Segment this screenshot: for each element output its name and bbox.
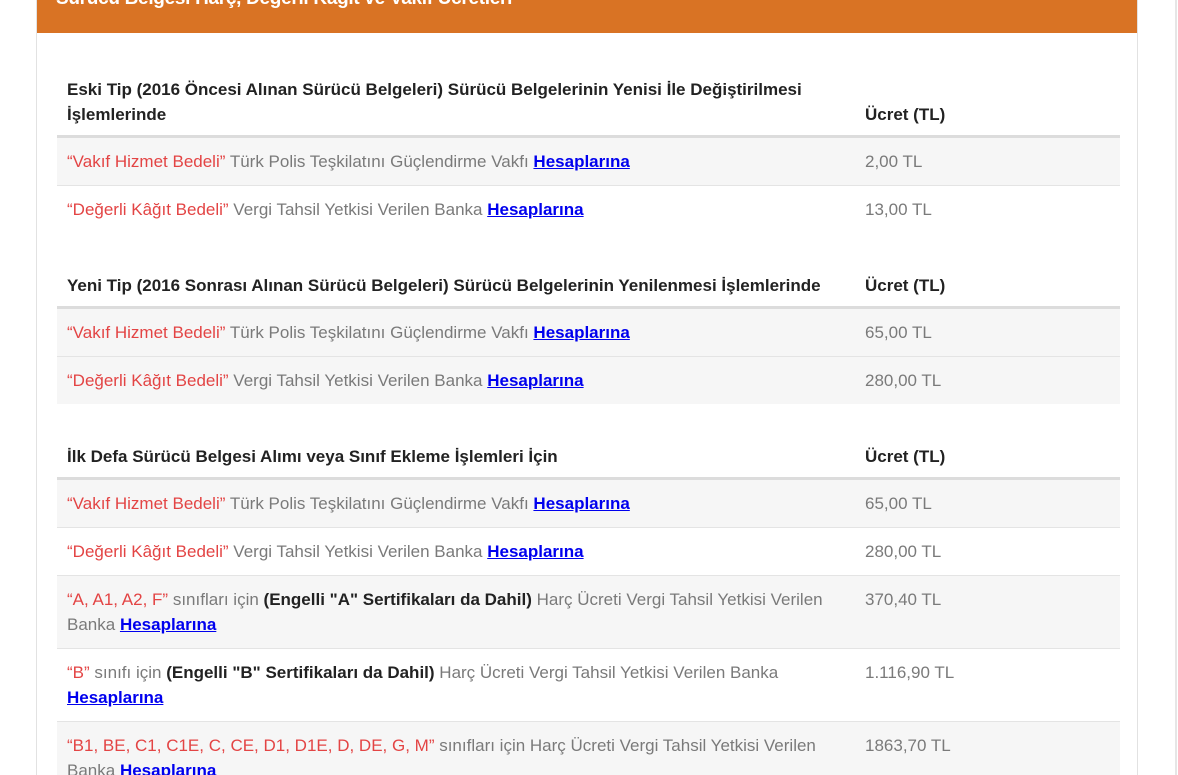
fee-text: Vergi Tahsil Yetkisi Verilen Banka xyxy=(228,200,488,219)
fee-table-new-type: Yeni Tip (2016 Sonrası Alınan Sürücü Bel… xyxy=(57,269,1120,404)
section-heading: İlk Defa Sürücü Belgesi Alımı veya Sınıf… xyxy=(57,440,855,480)
fee-description: “Vakıf Hizmet Bedeli” Türk Polis Teşkila… xyxy=(57,307,855,357)
fee-price: 280,00 TL xyxy=(855,356,1120,404)
table-row: “Vakıf Hizmet Bedeli” Türk Polis Teşkila… xyxy=(57,136,1120,186)
fee-description: “Değerli Kâğıt Bedeli” Vergi Tahsil Yetk… xyxy=(57,527,855,576)
fee-text: sınıfı için xyxy=(89,663,167,682)
fees-content: Eski Tip (2016 Öncesi Alınan Sürücü Belg… xyxy=(57,73,1120,775)
accounts-link[interactable]: Hesaplarına xyxy=(120,761,216,775)
card-header: Sürücü Belgesi Harç, Değerli Kağıt ve Va… xyxy=(37,0,1137,33)
fee-quoted: “Değerli Kâğıt Bedeli” xyxy=(67,371,229,390)
window-edge xyxy=(1175,0,1177,775)
accounts-link[interactable]: Hesaplarına xyxy=(487,200,583,219)
accounts-link[interactable]: Hesaplarına xyxy=(533,152,629,171)
fee-text: sınıfları için xyxy=(168,590,264,609)
price-header: Ücret (TL) xyxy=(855,73,1120,138)
fee-description: “Değerli Kâğıt Bedeli” Vergi Tahsil Yetk… xyxy=(57,356,855,404)
table-header-row: Eski Tip (2016 Öncesi Alınan Sürücü Belg… xyxy=(57,73,1120,138)
card-title: Sürücü Belgesi Harç, Değerli Kağıt ve Va… xyxy=(56,0,512,10)
table-header-row: Yeni Tip (2016 Sonrası Alınan Sürücü Bel… xyxy=(57,269,1120,309)
fee-text: Harç Ücreti Vergi Tahsil Yetkisi Verilen… xyxy=(434,663,779,682)
table-row: “Değerli Kâğıt Bedeli” Vergi Tahsil Yetk… xyxy=(57,185,1120,233)
fee-quoted: “Vakıf Hizmet Bedeli” xyxy=(67,152,226,171)
fee-description: “A, A1, A2, F” sınıfları için (Engelli "… xyxy=(57,575,855,649)
table-row: “Vakıf Hizmet Bedeli” Türk Polis Teşkila… xyxy=(57,478,1120,528)
fee-table-first-license: İlk Defa Sürücü Belgesi Alımı veya Sınıf… xyxy=(57,440,1120,775)
fee-description: “B1, BE, C1, C1E, C, CE, D1, D1E, D, DE,… xyxy=(57,721,855,775)
fees-card: Sürücü Belgesi Harç, Değerli Kağıt ve Va… xyxy=(36,0,1138,775)
fee-quoted: “Değerli Kâğıt Bedeli” xyxy=(67,542,229,561)
fee-price: 1863,70 TL xyxy=(855,721,1120,775)
fee-text: Türk Polis Teşkilatını Güçlendirme Vakfı xyxy=(225,152,534,171)
fee-description: “B” sınıfı için (Engelli "B" Sertifikala… xyxy=(57,648,855,722)
fee-price: 280,00 TL xyxy=(855,527,1120,576)
fee-price: 1.116,90 TL xyxy=(855,648,1120,722)
fee-text: Türk Polis Teşkilatını Güçlendirme Vakfı xyxy=(225,494,534,513)
fee-quoted: “Değerli Kâğıt Bedeli” xyxy=(67,200,229,219)
fee-quoted: “A, A1, A2, F” xyxy=(67,590,169,609)
fee-text: Vergi Tahsil Yetkisi Verilen Banka xyxy=(228,542,488,561)
table-header-row: İlk Defa Sürücü Belgesi Alımı veya Sınıf… xyxy=(57,440,1120,480)
accounts-link[interactable]: Hesaplarına xyxy=(533,323,629,342)
section-heading: Yeni Tip (2016 Sonrası Alınan Sürücü Bel… xyxy=(57,269,855,309)
fee-text: Türk Polis Teşkilatını Güçlendirme Vakfı xyxy=(225,323,534,342)
fee-price: 65,00 TL xyxy=(855,478,1120,528)
price-header: Ücret (TL) xyxy=(855,440,1120,480)
fee-price: 2,00 TL xyxy=(855,136,1120,186)
table-row: “B” sınıfı için (Engelli "B" Sertifikala… xyxy=(57,648,1120,722)
fee-bold-note: (Engelli "B" Sertifikaları da Dahil) xyxy=(166,663,435,682)
fee-price: 65,00 TL xyxy=(855,307,1120,357)
fee-description: “Değerli Kâğıt Bedeli” Vergi Tahsil Yetk… xyxy=(57,185,855,233)
fee-price: 370,40 TL xyxy=(855,575,1120,649)
price-header: Ücret (TL) xyxy=(855,269,1120,309)
section-heading: Eski Tip (2016 Öncesi Alınan Sürücü Belg… xyxy=(57,73,855,138)
accounts-link[interactable]: Hesaplarına xyxy=(533,494,629,513)
table-row: “A, A1, A2, F” sınıfları için (Engelli "… xyxy=(57,575,1120,649)
accounts-link[interactable]: Hesaplarına xyxy=(120,615,216,634)
fee-description: “Vakıf Hizmet Bedeli” Türk Polis Teşkila… xyxy=(57,478,855,528)
accounts-link[interactable]: Hesaplarına xyxy=(487,542,583,561)
table-row: “Vakıf Hizmet Bedeli” Türk Polis Teşkila… xyxy=(57,307,1120,357)
fee-quoted: “Vakıf Hizmet Bedeli” xyxy=(67,323,226,342)
fee-quoted: “Vakıf Hizmet Bedeli” xyxy=(67,494,226,513)
table-row: “Değerli Kâğıt Bedeli” Vergi Tahsil Yetk… xyxy=(57,356,1120,404)
accounts-link[interactable]: Hesaplarına xyxy=(67,688,163,707)
accounts-link[interactable]: Hesaplarına xyxy=(487,371,583,390)
page: Sürücü Belgesi Harç, Değerli Kağıt ve Va… xyxy=(0,0,1178,775)
fee-quoted: “B” xyxy=(67,663,90,682)
fee-text: Vergi Tahsil Yetkisi Verilen Banka xyxy=(228,371,488,390)
fee-description: “Vakıf Hizmet Bedeli” Türk Polis Teşkila… xyxy=(57,136,855,186)
table-row: “Değerli Kâğıt Bedeli” Vergi Tahsil Yetk… xyxy=(57,527,1120,576)
fee-quoted: “B1, BE, C1, C1E, C, CE, D1, D1E, D, DE,… xyxy=(67,736,435,755)
fee-bold-note: (Engelli "A" Sertifikaları da Dahil) xyxy=(263,590,532,609)
fee-table-old-type: Eski Tip (2016 Öncesi Alınan Sürücü Belg… xyxy=(57,73,1120,233)
fee-price: 13,00 TL xyxy=(855,185,1120,233)
table-row: “B1, BE, C1, C1E, C, CE, D1, D1E, D, DE,… xyxy=(57,721,1120,775)
